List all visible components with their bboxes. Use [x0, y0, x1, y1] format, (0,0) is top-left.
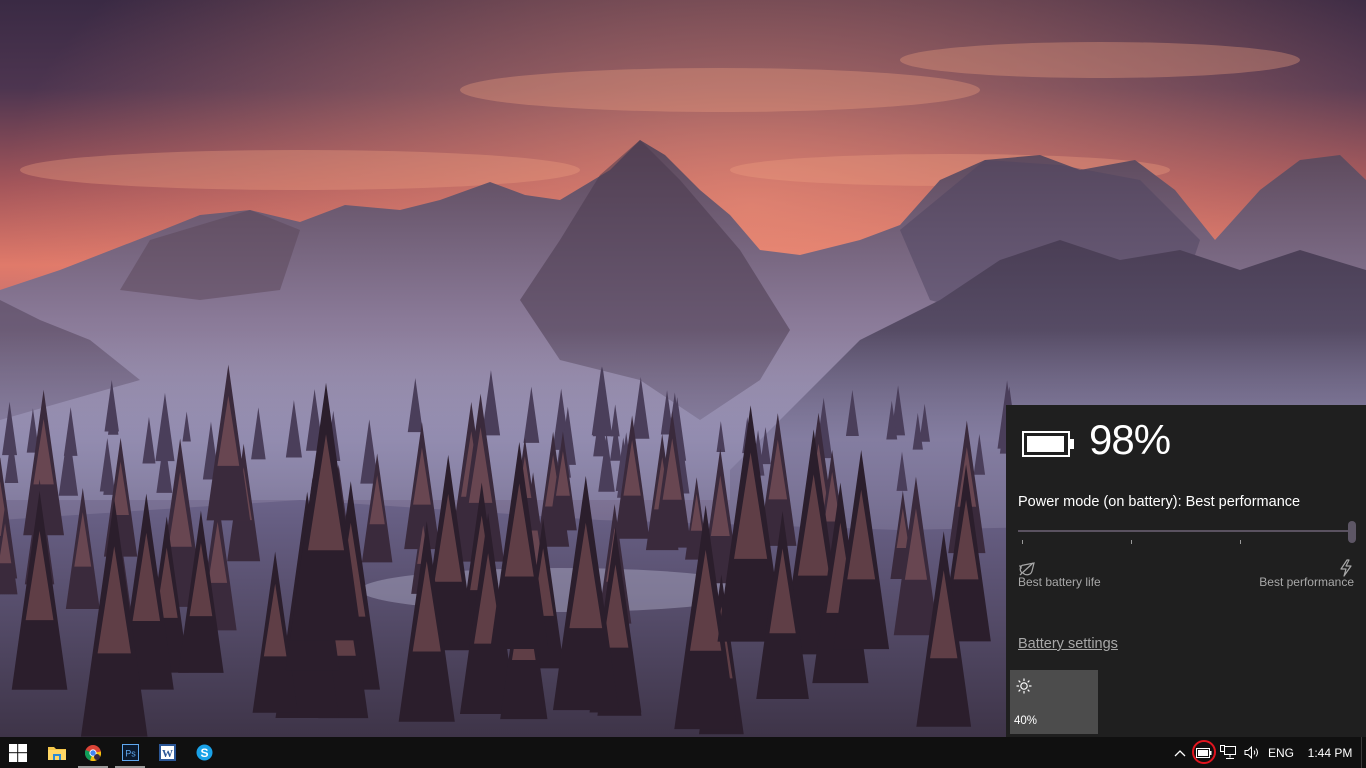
taskbar-app-chrome[interactable]	[75, 737, 111, 768]
taskbar: Ps W S ENG 1:44 PM	[0, 737, 1366, 768]
word-icon: W	[158, 744, 176, 761]
battery-large-icon	[1022, 431, 1074, 457]
sun-icon	[1016, 678, 1032, 694]
language-label: ENG	[1267, 745, 1294, 760]
battery-settings-link[interactable]: Battery settings	[1018, 636, 1118, 652]
taskbar-app-photoshop[interactable]: Ps	[112, 737, 148, 768]
language-indicator[interactable]: ENG	[1264, 737, 1298, 768]
svg-text:Ps: Ps	[125, 749, 136, 759]
taskbar-app-skype[interactable]: S	[186, 737, 222, 768]
taskbar-app-file-explorer[interactable]	[39, 737, 75, 768]
svg-text:W: W	[162, 748, 173, 760]
skype-icon: S	[196, 744, 212, 761]
power-mode-label: Power mode (on battery): Best performanc…	[1018, 494, 1301, 510]
tray-volume-button[interactable]	[1242, 737, 1262, 768]
battery-icon	[1196, 747, 1212, 758]
slider-tick	[1240, 540, 1241, 544]
slider-tick	[1131, 540, 1132, 544]
chevron-up-icon	[1174, 749, 1186, 756]
best-performance-label: Best performance	[1259, 575, 1354, 589]
tray-battery-button[interactable]	[1194, 737, 1214, 768]
power-mode-slider[interactable]	[1018, 521, 1356, 551]
start-button[interactable]	[0, 737, 36, 768]
slider-thumb[interactable]	[1348, 521, 1356, 543]
show-hidden-icons-button[interactable]	[1170, 737, 1190, 768]
slider-tick	[1022, 540, 1023, 544]
folder-icon	[48, 746, 66, 760]
battery-percentage: 98%	[1089, 416, 1171, 463]
clock-time: 1:44 PM	[1307, 745, 1353, 760]
clock-button[interactable]: 1:44 PM	[1302, 737, 1358, 768]
slider-track[interactable]	[1018, 530, 1348, 532]
best-battery-life-label: Best battery life	[1018, 575, 1101, 589]
taskbar-app-word[interactable]: W	[149, 737, 185, 768]
battery-flyout: 98% Power mode (on battery): Best perfor…	[1006, 405, 1366, 737]
brightness-quick-action[interactable]: 40%	[1010, 670, 1098, 734]
network-icon	[1220, 745, 1236, 759]
tray-network-button[interactable]	[1218, 737, 1238, 768]
volume-icon	[1244, 746, 1258, 759]
svg-text:S: S	[200, 746, 208, 760]
photoshop-icon: Ps	[121, 744, 139, 761]
show-desktop-button[interactable]	[1361, 737, 1366, 768]
windows-logo-icon	[9, 743, 27, 762]
chrome-icon	[85, 744, 101, 761]
brightness-value: 40%	[1014, 715, 1038, 727]
